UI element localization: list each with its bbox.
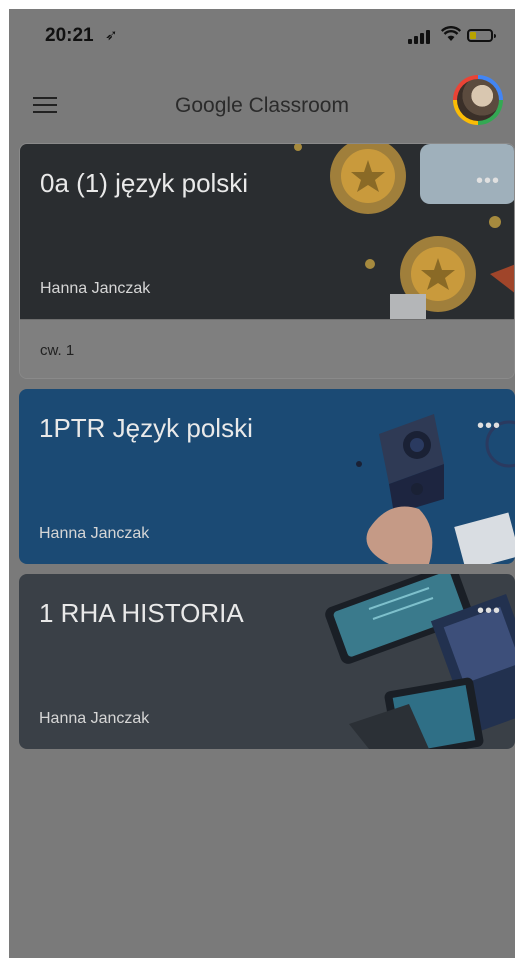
class-teacher: Hanna Janczak [39,525,150,542]
class-banner[interactable]: 1PTR Język polski ••• Hanna Janczak [19,389,515,564]
class-title: 0a (1) język polski [40,168,249,198]
class-card-1rha[interactable]: 1 RHA HISTORIA ••• Hanna Janczak [19,574,515,749]
class-teacher: Hanna Janczak [40,280,151,297]
class-banner[interactable]: 0a (1) język polski ••• Hanna Janczak [20,144,514,319]
status-bar: 20:21 ➶ [9,9,515,69]
class-assignment-footer[interactable]: cw. 1 [20,319,514,378]
location-arrow-icon: ➶ [105,27,118,44]
class-title: 1PTR Język polski [39,413,253,443]
class-teacher: Hanna Janczak [39,710,150,727]
assignment-label: cw. 1 [40,342,75,359]
signal-icon [408,30,432,44]
app-bar: Google Classroom [9,69,515,129]
avatar-photo [457,79,499,121]
status-time: 20:21 [45,25,94,46]
class-options-menu-button[interactable]: ••• [477,415,501,438]
class-card-0a[interactable]: 0a (1) język polski ••• Hanna Janczak cw… [19,143,515,379]
battery-low-icon [467,29,496,42]
class-card-1ptr[interactable]: 1PTR Język polski ••• Hanna Janczak [19,389,515,564]
class-banner[interactable]: 1 RHA HISTORIA ••• Hanna Janczak [19,574,515,749]
phone-screen: 20:21 ➶ Google Classroom 0a (1) język po… [9,9,515,958]
account-avatar[interactable] [453,75,503,125]
class-title: 1 RHA HISTORIA [39,598,244,628]
app-title: Google Classroom [175,94,349,117]
class-options-menu-button[interactable]: ••• [476,170,500,193]
class-options-menu-button[interactable]: ••• [477,600,501,623]
wifi-icon [441,26,461,41]
